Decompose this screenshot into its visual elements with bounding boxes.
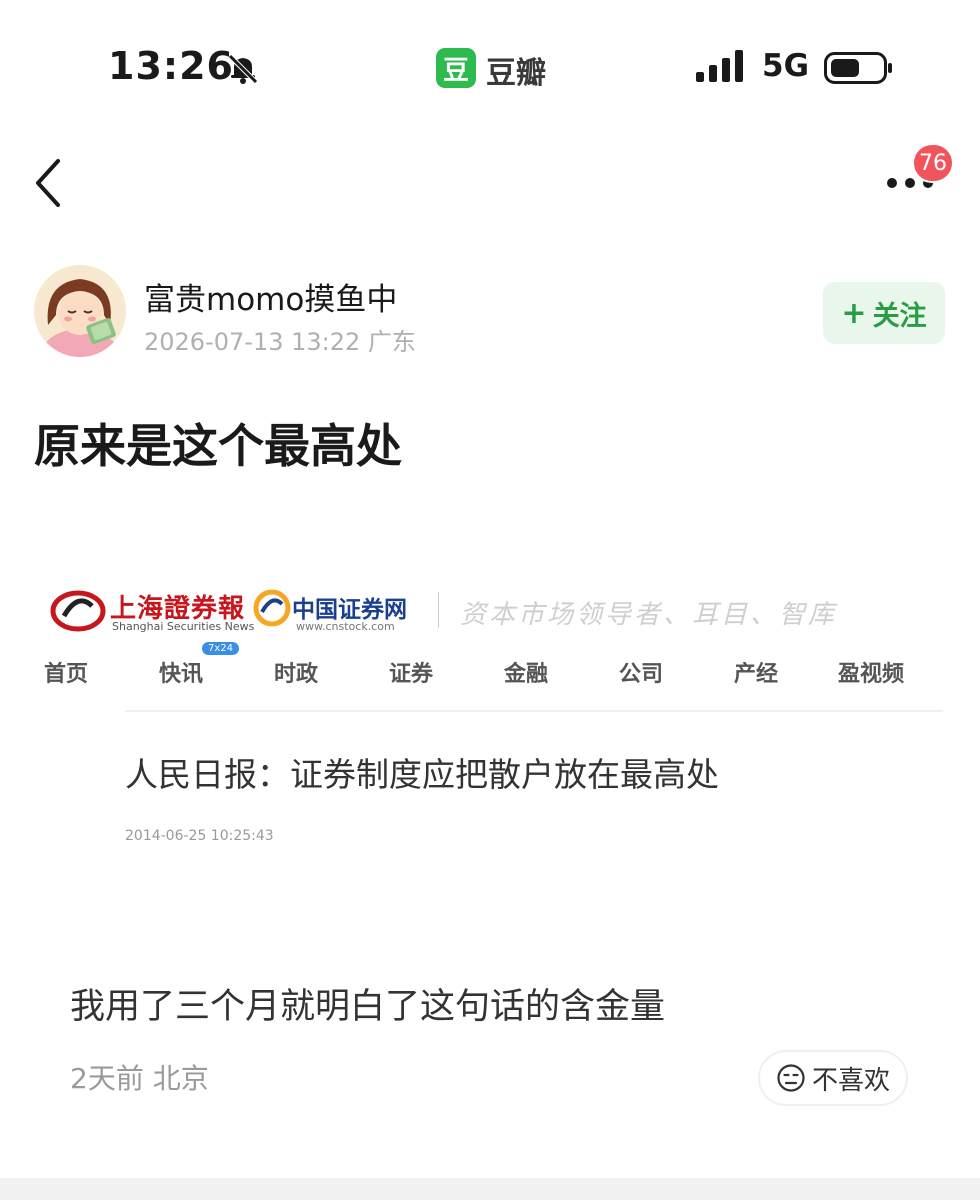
bell-off-icon [228,54,258,84]
back-chevron-icon[interactable] [30,155,70,211]
plus-icon: + [841,295,867,331]
post-meta: 2026-07-13 13:22 广东 [144,328,416,356]
news-nav: 首页 快讯 7x24 时政 证券 金融 公司 产经 盈视频 [30,642,950,696]
dislike-label: 不喜欢 [811,1065,890,1096]
dislike-button[interactable]: 不喜欢 [758,1050,908,1106]
shzq-logo-english: Shanghai Securities News [112,620,255,633]
news-date: 2014-06-25 10:25:43 [125,828,274,844]
follow-label: 关注 [872,300,927,332]
follow-button[interactable]: + 关注 [823,282,945,344]
shzq-logo-icon [50,590,106,632]
news-nav-item[interactable]: 时政 [274,656,318,688]
news-headline: 人民日报：证券制度应把散户放在最高处 [125,755,719,794]
news-divider [125,710,943,712]
network-type: 5G [762,48,810,84]
news-nav-item[interactable]: 证券 [389,656,433,688]
cnstock-url: www.cnstock.com [296,620,395,633]
unamused-face-icon [777,1064,805,1092]
cnstock-logo-text: 中国证券网 [292,596,407,623]
author-name[interactable]: 富贵momo摸鱼中 [144,274,397,319]
news-nav-item[interactable]: 快讯 [159,656,203,688]
news-nav-item[interactable]: 盈视频 [838,656,904,688]
signal-icon [696,50,743,82]
news-logo-bar: 上海證券報 Shanghai Securities News 中国证券网 www… [50,588,950,634]
news-nav-item[interactable]: 金融 [504,656,548,688]
avatar[interactable] [34,265,126,357]
bottom-divider [0,1178,980,1200]
douban-app-icon: 豆 [436,48,476,88]
embedded-image[interactable]: 上海證券報 Shanghai Securities News 中国证券网 www… [30,560,950,860]
news-nav-item[interactable]: 首页 [44,656,88,688]
avatar-illustration [34,265,126,357]
news-nav-item[interactable]: 公司 [619,656,663,688]
status-bar: 13:26 豆 豆瓣 5G [0,0,980,130]
comment-text: 我用了三个月就明白了这句话的含金量 [70,987,666,1027]
status-time: 13:26 [108,44,234,88]
status-app-name: 豆瓣 [486,56,546,91]
battery-icon [824,52,892,84]
news-nav-item[interactable]: 产经 [734,656,778,688]
notification-badge: 76 [912,143,954,183]
logo-divider [438,592,439,628]
news-slogan: 资本市场领导者、耳目、智库 [460,600,838,630]
cnstock-logo-icon [253,589,291,627]
news-nav-tag: 7x24 [202,642,240,655]
post-title: 原来是这个最高处 [34,419,402,473]
comment-meta: 2天前 北京 [70,1062,209,1095]
